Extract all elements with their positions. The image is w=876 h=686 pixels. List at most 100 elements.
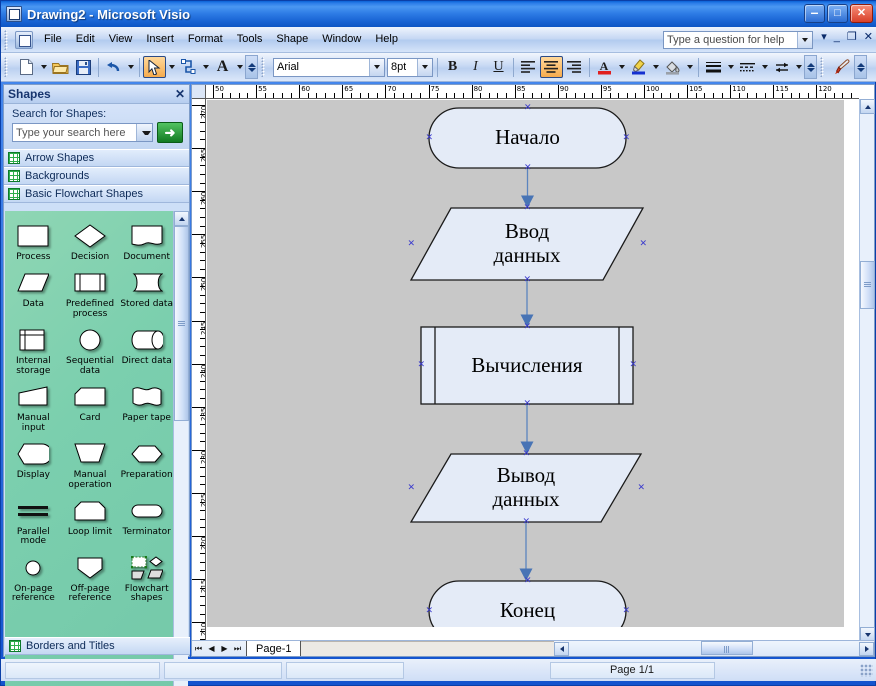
sidebar-shape-sequential-data[interactable]: Sequential data (62, 321, 119, 378)
undo-dropdown-icon[interactable] (125, 56, 136, 78)
sidebar-shape-paper-tape[interactable]: Paper tape (118, 378, 175, 435)
help-search-input[interactable]: Type a question for help (664, 34, 784, 46)
formatting-toolbar-grip[interactable] (261, 57, 270, 77)
line-pattern-dropdown-icon[interactable] (759, 56, 770, 78)
help-search-dropdown-icon[interactable] (797, 32, 812, 48)
menu-file[interactable]: File (37, 30, 69, 49)
font-name-dropdown-icon[interactable] (369, 58, 384, 76)
sidebar-shape-stored-data[interactable]: Stored data (118, 264, 175, 321)
maximize-button[interactable]: □ (827, 4, 848, 23)
sidebar-shape-card[interactable]: Card (62, 378, 119, 435)
save-button[interactable] (72, 56, 95, 78)
font-size-dropdown-icon[interactable] (417, 58, 432, 76)
menu-view[interactable]: View (102, 30, 140, 49)
flowchart-node-output[interactable]: Вывод данных ✕ ✕ ✕ ✕ (408, 449, 646, 526)
sidebar-shape-flowchart-shapes[interactable]: Flowchart shapes (118, 549, 175, 606)
open-button[interactable] (49, 56, 72, 78)
flowchart-node-calc[interactable]: Вычисления ✕ ✕ ✕ ✕ (418, 322, 638, 408)
new-dropdown-icon[interactable] (38, 56, 49, 78)
menu-window[interactable]: Window (315, 30, 368, 49)
toolbar-grip-handle[interactable] (4, 57, 13, 77)
doc-restore-dropdown[interactable]: ▾ (821, 32, 827, 43)
line-weight-button[interactable] (702, 56, 725, 78)
stencil-backgrounds[interactable]: Backgrounds (4, 167, 189, 185)
menu-tools[interactable]: Tools (230, 30, 270, 49)
doc-restore-button[interactable]: ❐ (847, 32, 857, 43)
sidebar-shape-predefined-process[interactable]: Predefined process (62, 264, 119, 321)
sidebar-shape-on-page-reference[interactable]: On-page reference (5, 549, 62, 606)
close-icon[interactable]: ✕ (175, 88, 185, 100)
pointer-tool-button[interactable] (143, 56, 166, 78)
menu-insert[interactable]: Insert (139, 30, 181, 49)
text-tool-button[interactable]: A (211, 56, 234, 78)
painter-toolbar-grip[interactable] (820, 57, 829, 77)
menu-edit[interactable]: Edit (69, 30, 102, 49)
font-name-combo[interactable]: Arial (273, 57, 385, 77)
new-button[interactable] (15, 56, 38, 78)
canvas-horizontal-scroll-track[interactable] (569, 641, 859, 656)
undo-button[interactable] (102, 56, 125, 78)
italic-button[interactable]: I (464, 56, 487, 78)
help-search-box[interactable]: Type a question for help (663, 31, 813, 49)
menu-grip-handle[interactable] (4, 29, 13, 50)
resize-grip[interactable] (860, 663, 873, 677)
canvas-vertical-scrollbar[interactable] (859, 99, 875, 642)
menu-format[interactable]: Format (181, 30, 230, 49)
page-tab-page-1[interactable]: Page-1 (246, 641, 302, 656)
highlight-color-dropdown-icon[interactable] (650, 56, 661, 78)
pointer-tool-dropdown-icon[interactable] (166, 56, 177, 78)
drawing-page[interactable]: Начало ✕ ✕ ✕ ✕ Ввод данных ✕ ✕ ✕ ✕ Вычисления ✕ ✕ ✕ ✕ В… (207, 100, 844, 627)
flowchart-node-input[interactable]: Ввод данных ✕ ✕ ✕ ✕ (408, 203, 648, 284)
toolbar-overflow-button[interactable] (245, 55, 258, 79)
connector-tool-dropdown-icon[interactable] (200, 56, 211, 78)
search-go-button[interactable]: ➜ (157, 122, 183, 143)
canvas-scroll-up-button[interactable] (860, 99, 875, 114)
next-page-button[interactable]: ▶ (218, 642, 231, 656)
align-right-button[interactable] (563, 56, 586, 78)
fill-color-dropdown-icon[interactable] (684, 56, 695, 78)
sidebar-shape-terminator[interactable]: Terminator (118, 492, 175, 549)
doc-close-button[interactable]: ✕ (864, 32, 873, 43)
minimize-button[interactable]: – (804, 4, 825, 23)
align-center-button[interactable] (540, 56, 563, 78)
stencil-scrollbar[interactable] (173, 211, 189, 686)
connector-tool-button[interactable] (177, 56, 200, 78)
highlight-color-button[interactable] (627, 56, 650, 78)
fill-color-button[interactable] (661, 56, 684, 78)
line-weight-dropdown-icon[interactable] (725, 56, 736, 78)
search-input[interactable]: Type your search here (12, 123, 153, 142)
canvas-scroll-left-button[interactable] (554, 641, 569, 656)
sidebar-shape-preparation[interactable]: Preparation (118, 435, 175, 492)
canvas-scroll-right-button[interactable] (859, 641, 874, 656)
sidebar-shape-data[interactable]: Data (5, 264, 62, 321)
line-ends-dropdown-icon[interactable] (793, 56, 804, 78)
align-left-button[interactable] (517, 56, 540, 78)
stencil-borders-and-titles[interactable]: Borders and Titles (5, 637, 190, 655)
search-history-dropdown-icon[interactable] (136, 124, 152, 141)
font-color-dropdown-icon[interactable] (616, 56, 627, 78)
font-color-button[interactable]: A (593, 56, 616, 78)
flowchart-node-end[interactable]: Конец✕✕✕✕ (426, 576, 631, 627)
canvas-horizontal-scrollbar[interactable] (554, 641, 874, 656)
sidebar-shape-document[interactable]: Document (118, 217, 175, 264)
painter-overflow-button[interactable] (854, 55, 867, 79)
last-page-button[interactable]: ⏭ (231, 642, 244, 656)
underline-button[interactable]: U (487, 56, 510, 78)
stencil-scroll-thumb[interactable] (174, 226, 189, 421)
sidebar-shape-process[interactable]: Process (5, 217, 62, 264)
bold-button[interactable]: B (441, 56, 464, 78)
previous-page-button[interactable]: ◀ (205, 642, 218, 656)
sidebar-shape-manual-operation[interactable]: Manual operation (62, 435, 119, 492)
sidebar-shape-parallel-mode[interactable]: Parallel mode (5, 492, 62, 549)
first-page-button[interactable]: ⏮ (192, 642, 205, 656)
horizontal-ruler[interactable]: 50556065707580859095100105110115120125 (206, 85, 859, 99)
sidebar-shape-display[interactable]: Display (5, 435, 62, 492)
formatting-overflow-button[interactable] (804, 55, 817, 79)
search-input-value[interactable]: Type your search here (13, 127, 125, 139)
line-ends-button[interactable] (770, 56, 793, 78)
stencil-scroll-up-button[interactable] (174, 211, 189, 226)
line-pattern-button[interactable] (736, 56, 759, 78)
vertical-ruler[interactable]: 270 265 260 255 250 245 240 235 230 225 220 215 210 (192, 99, 206, 642)
close-button[interactable]: ✕ (850, 4, 873, 23)
stencil-basic-flowchart-shapes[interactable]: Basic Flowchart Shapes (4, 185, 189, 203)
